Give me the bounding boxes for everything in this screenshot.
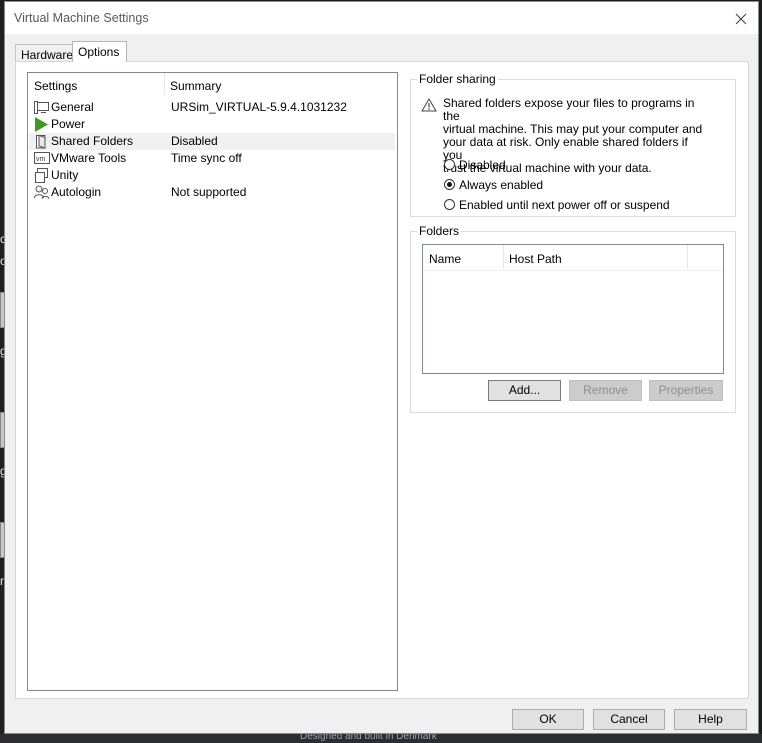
unity-icon [35, 168, 48, 183]
users-icon [34, 185, 50, 200]
settings-row-name: Shared Folders [51, 134, 134, 148]
background-footer-text: Designed and built in Denmark [300, 734, 437, 742]
radio-button[interactable] [444, 199, 455, 210]
radio-button-selected[interactable] [444, 179, 455, 190]
settings-list[interactable]: Settings Summary General URSim_VIRTUAL-5… [27, 72, 398, 691]
settings-row-autologin[interactable]: Autologin Not supported [29, 184, 395, 201]
settings-row-unity[interactable]: Unity [29, 167, 395, 184]
svg-text:vm: vm [36, 156, 46, 163]
radio-label: Enabled until next power off or suspend [459, 198, 670, 212]
tab-options[interactable]: Options [72, 41, 127, 62]
column-divider[interactable] [503, 245, 504, 269]
radio-button[interactable] [444, 159, 455, 170]
vm-icon: vm [34, 152, 50, 164]
settings-list-header: Settings Summary [28, 73, 397, 97]
monitor-icon [34, 101, 49, 114]
settings-row-name: General [51, 100, 94, 114]
column-header-summary[interactable]: Summary [170, 79, 221, 93]
column-header-settings[interactable]: Settings [34, 79, 77, 93]
settings-row-shared-folders[interactable]: Shared Folders Disabled [29, 133, 395, 150]
options-panel: Settings Summary General URSim_VIRTUAL-5… [15, 61, 749, 699]
ok-button[interactable]: OK [512, 709, 584, 730]
settings-row-summary: Time sync off [171, 151, 242, 165]
radio-label: Always enabled [459, 178, 544, 192]
settings-dialog: Virtual Machine Settings Hardware Option… [4, 1, 759, 734]
settings-row-summary: Disabled [171, 134, 218, 148]
settings-row-name: Power [51, 117, 86, 131]
warning-icon [421, 98, 437, 112]
help-button[interactable]: Help [674, 709, 747, 730]
window-title: Virtual Machine Settings [14, 11, 149, 25]
settings-row-name: Unity [51, 168, 79, 182]
folders-group: Folders Name Host Path Add... Remove Pro… [410, 224, 736, 413]
radio-label: Disabled [459, 158, 506, 172]
settings-row-general[interactable]: General URSim_VIRTUAL-5.9.4.1031232 [29, 99, 395, 116]
settings-row-power[interactable]: Power [29, 116, 395, 133]
add-folder-button[interactable]: Add... [488, 380, 561, 401]
remove-folder-button[interactable]: Remove [569, 380, 642, 401]
column-header-host-path[interactable]: Host Path [509, 252, 562, 266]
settings-row-name: VMware Tools [51, 151, 127, 165]
settings-row-summary: Not supported [171, 185, 247, 199]
warning-line: Shared folders expose your files to prog… [443, 96, 695, 123]
column-divider[interactable] [164, 73, 165, 95]
column-divider[interactable] [687, 245, 688, 269]
close-button[interactable] [730, 8, 752, 30]
background-footer: Designed and built in Denmark [0, 734, 762, 743]
settings-row-name: Autologin [51, 185, 102, 199]
folder-share-icon [36, 134, 46, 149]
close-icon [735, 13, 747, 25]
play-icon [35, 117, 48, 132]
folder-properties-button[interactable]: Properties [649, 380, 723, 401]
folders-table[interactable]: Name Host Path [422, 244, 724, 374]
title-bar: Virtual Machine Settings [5, 2, 758, 34]
folders-table-header: Name Host Path [423, 245, 723, 271]
folder-sharing-group: Folder sharing Shared folders expose you… [410, 72, 736, 217]
folders-label: Folders [417, 224, 462, 238]
settings-row-vmware-tools[interactable]: vm VMware Tools Time sync off [29, 150, 395, 167]
folder-sharing-label: Folder sharing [417, 72, 498, 86]
column-header-name[interactable]: Name [429, 252, 461, 266]
settings-row-summary: URSim_VIRTUAL-5.9.4.1031232 [171, 100, 347, 114]
cancel-button[interactable]: Cancel [593, 709, 665, 730]
